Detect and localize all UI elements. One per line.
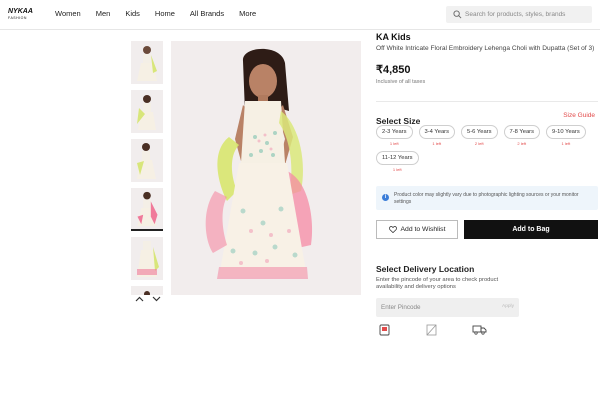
pincode-input[interactable] (381, 301, 481, 314)
delivery-icons (378, 324, 498, 338)
main-product-image[interactable] (171, 41, 361, 295)
add-to-wishlist-button[interactable]: Add to Wishlist (376, 220, 458, 239)
apply-button[interactable]: Apply (502, 304, 514, 309)
action-buttons: Add to Wishlist Add to Bag (376, 220, 598, 239)
size-row: 11-12 Years 1 left (376, 151, 576, 172)
size-option: 5-6 Years 2 left (461, 125, 498, 146)
delivery-description: Enter the pincode of your area to check … (376, 277, 499, 291)
divider (376, 101, 598, 102)
nav-kids[interactable]: Kids (125, 9, 140, 18)
size-option: 3-4 Years 1 left (418, 125, 455, 146)
thumbnail-6-partial[interactable] (131, 286, 163, 295)
size-pill-2-3[interactable]: 2-3 Years (376, 125, 413, 139)
search-box[interactable] (446, 6, 592, 23)
return-icon (426, 324, 437, 336)
pincode-box: Apply (376, 298, 519, 317)
cod-icon (379, 324, 390, 336)
size-option: 7-8 Years 2 left (503, 125, 540, 146)
nav-home[interactable]: Home (155, 9, 175, 18)
delivery-title: Select Delivery Location (376, 264, 475, 274)
stock-left: 1 left (561, 141, 571, 146)
product-price: ₹4,850 (376, 63, 411, 76)
heart-icon (388, 226, 397, 233)
search-icon (453, 10, 462, 19)
top-bar: NYKAA FASHION Women Men Kids Home All Br… (0, 0, 600, 30)
delivery-truck-icon (472, 325, 487, 335)
chevron-down-icon[interactable] (152, 296, 161, 302)
stock-left: 2 left (474, 141, 484, 146)
size-row: 2-3 Years 1 left 3-4 Years 1 left 5-6 Ye… (376, 125, 586, 146)
tax-note: Inclusive of all taxes (376, 78, 426, 85)
stock-left: 2 left (517, 141, 527, 146)
thumbnail-2[interactable] (131, 90, 163, 133)
notice-text: Product color may slightly vary due to p… (394, 192, 579, 205)
thumbnail-strip (131, 41, 164, 295)
nav-women[interactable]: Women (55, 9, 81, 18)
product-name: Off White Intricate Floral Embroidery Le… (376, 45, 595, 52)
product-brand[interactable]: KA Kids (376, 32, 598, 42)
size-pill-9-10[interactable]: 9-10 Years (546, 125, 586, 139)
logo-line2: FASHION (8, 16, 27, 20)
thumbnail-3[interactable] (131, 139, 163, 182)
size-guide-link[interactable]: Size Guide (563, 112, 595, 119)
thumbnail-5[interactable] (131, 237, 163, 280)
stock-left: 1 left (432, 141, 442, 146)
logo-line1: NYKAA (8, 8, 33, 15)
add-to-bag-button[interactable]: Add to Bag (464, 220, 598, 239)
main-nav: Women Men Kids Home All Brands More (55, 9, 271, 18)
wishlist-label: Add to Wishlist (400, 226, 446, 233)
nav-more[interactable]: More (239, 9, 256, 18)
size-options: 2-3 Years 1 left 3-4 Years 1 left 5-6 Ye… (376, 125, 586, 177)
size-pill-3-4[interactable]: 3-4 Years (418, 125, 455, 139)
nykaa-fashion-logo[interactable]: NYKAA FASHION (8, 8, 33, 22)
stock-left: 1 left (389, 141, 399, 146)
stock-left: 1 left (392, 167, 402, 172)
thumbnail-1[interactable] (131, 41, 163, 84)
size-option: 2-3 Years 1 left (376, 125, 413, 146)
size-pill-5-6[interactable]: 5-6 Years (461, 125, 498, 139)
product-info: KA Kids Off White Intricate Floral Embro… (376, 32, 598, 85)
delivery-section: Select Delivery Location Enter the pinco… (376, 264, 598, 292)
info-icon: i (382, 194, 389, 201)
thumbnail-4-selected[interactable] (131, 188, 163, 231)
color-notice: i Product color may slightly vary due to… (376, 186, 598, 210)
size-pill-11-12[interactable]: 11-12 Years (376, 151, 419, 165)
search-input[interactable] (465, 8, 589, 21)
size-option: 11-12 Years 1 left (376, 151, 419, 172)
size-pill-7-8[interactable]: 7-8 Years (503, 125, 540, 139)
chevron-up-icon[interactable] (135, 296, 144, 302)
nav-all-brands[interactable]: All Brands (190, 9, 224, 18)
thumbnail-arrows (135, 296, 161, 302)
nav-men[interactable]: Men (96, 9, 111, 18)
size-option: 9-10 Years 1 left (546, 125, 586, 146)
